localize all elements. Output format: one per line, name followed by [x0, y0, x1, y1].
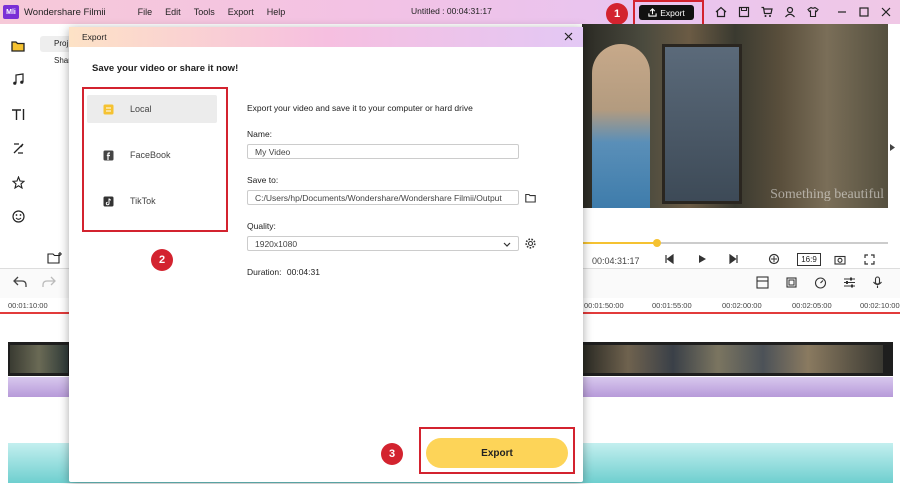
- split-icon[interactable]: [756, 276, 769, 291]
- quality-label: Quality:: [247, 221, 276, 231]
- ruler-label: 00:01:10:00: [8, 301, 48, 310]
- previous-frame-icon[interactable]: [662, 252, 676, 266]
- playback-progress[interactable]: [582, 239, 888, 247]
- clip-thumbnail: [583, 345, 883, 373]
- save-icon[interactable]: [736, 4, 751, 19]
- clip-thumbnail: [10, 345, 68, 373]
- annotation-badge-2: 2: [151, 249, 173, 271]
- maximize-icon[interactable]: [857, 4, 871, 19]
- undo-icon[interactable]: [13, 276, 27, 290]
- preview-window: [662, 44, 742, 204]
- save-path-input[interactable]: C:/Users/hp/Documents/Wondershare/Wonder…: [247, 190, 519, 205]
- speed-icon[interactable]: [814, 276, 827, 291]
- ruler-label: 00:02:05:00: [792, 301, 832, 310]
- quality-value: 1920x1080: [255, 238, 298, 249]
- effects-icon[interactable]: [9, 173, 27, 191]
- duration-row: Duration: 00:04:31: [247, 267, 320, 277]
- microphone-icon[interactable]: [872, 276, 883, 291]
- transition-icon[interactable]: [9, 139, 27, 157]
- folder-icon[interactable]: [9, 37, 27, 55]
- dialog-title: Export: [82, 32, 107, 42]
- aspect-ratio-button[interactable]: 16:9: [797, 253, 821, 266]
- close-window-icon[interactable]: [879, 4, 893, 19]
- dialog-subtitle: Save your video or share it now!: [92, 63, 239, 74]
- annotation-badge-1: 1: [606, 3, 628, 25]
- music-icon[interactable]: [9, 70, 27, 88]
- redo-icon[interactable]: [42, 276, 56, 290]
- duration-label: Duration:: [247, 267, 282, 277]
- quality-select[interactable]: 1920x1080: [247, 236, 519, 251]
- import-folder-icon[interactable]: [47, 251, 63, 265]
- cart-icon[interactable]: [759, 4, 774, 19]
- annotation-box-export-button: [419, 427, 575, 474]
- close-icon[interactable]: [562, 30, 575, 43]
- video-preview[interactable]: Something beautiful: [582, 24, 888, 208]
- user-icon[interactable]: [782, 4, 797, 19]
- name-input[interactable]: My Video: [247, 144, 519, 159]
- annotation-box-options: [82, 87, 228, 232]
- dialog-header: Export: [69, 27, 583, 47]
- app-name: Wondershare Filmii: [24, 6, 106, 18]
- menu-edit[interactable]: Edit: [165, 7, 181, 17]
- duration-value: 00:04:31: [286, 267, 320, 277]
- save-to-label: Save to:: [247, 175, 279, 185]
- browse-folder-icon[interactable]: [525, 192, 536, 203]
- menu-file[interactable]: File: [138, 7, 153, 17]
- top-icon-group: [713, 4, 820, 19]
- menu-bar: File Edit Tools Export Help: [138, 7, 286, 17]
- minimize-icon[interactable]: [835, 4, 849, 19]
- tshirt-icon[interactable]: [805, 4, 820, 19]
- snapshot-icon[interactable]: [833, 252, 847, 266]
- ruler-label: 00:02:00:00: [722, 301, 762, 310]
- ruler-label: 00:01:55:00: [652, 301, 692, 310]
- sticker-icon[interactable]: [9, 207, 27, 225]
- next-frame-icon[interactable]: [727, 252, 741, 266]
- current-time: 00:04:31:17: [592, 256, 640, 266]
- menu-export[interactable]: Export: [228, 7, 254, 17]
- adjust-icon[interactable]: [843, 276, 856, 291]
- menu-help[interactable]: Help: [267, 7, 286, 17]
- left-sidebar: [0, 24, 36, 264]
- app-logo: Mli: [3, 5, 19, 19]
- export-description: Export your video and save it to your co…: [247, 103, 473, 113]
- preview-figure: [592, 44, 650, 208]
- fullscreen-icon[interactable]: [862, 252, 876, 266]
- crop-icon[interactable]: [785, 276, 798, 291]
- ruler-label: 00:02:10:00: [860, 301, 900, 310]
- annotation-badge-3: 3: [381, 443, 403, 465]
- ruler-label: 00:01:50:00: [584, 301, 624, 310]
- playback-progress-fill: [582, 242, 657, 244]
- play-icon[interactable]: [695, 252, 709, 266]
- settings-gear-icon[interactable]: [525, 238, 536, 249]
- menu-tools[interactable]: Tools: [194, 7, 215, 17]
- playback-progress-knob[interactable]: [652, 239, 661, 247]
- text-icon[interactable]: [9, 105, 27, 123]
- home-icon[interactable]: [713, 4, 728, 19]
- name-label: Name:: [247, 129, 273, 139]
- document-title: Untitled : 00:04:31:17: [411, 6, 492, 16]
- render-icon[interactable]: [767, 252, 781, 266]
- preview-watermark: Something beautiful: [770, 187, 884, 202]
- panel-expand-icon[interactable]: [890, 144, 895, 153]
- chevron-down-icon: [503, 239, 511, 249]
